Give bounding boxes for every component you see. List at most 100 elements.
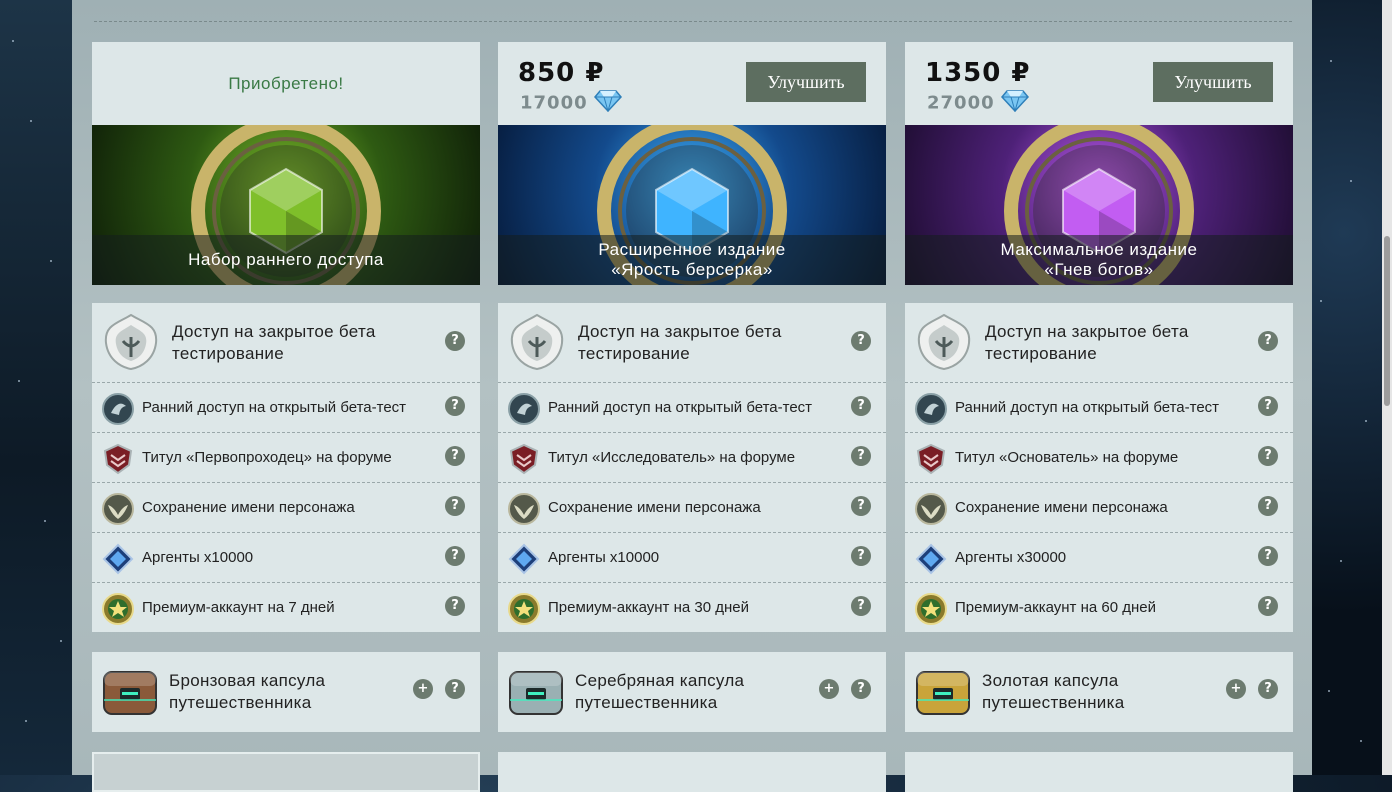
feature-closed-beta: Доступ на закрытое бета тестирование? (905, 303, 1293, 383)
edition-title: Набор раннего доступа (92, 235, 480, 285)
help-icon[interactable]: ? (851, 546, 871, 566)
feature-row: Аргенты x30000? (905, 533, 1293, 583)
feature-label: Титул «Исследователь» на форуме (548, 449, 796, 466)
feature-label: Ранний доступ на открытый бета-тест (955, 399, 1220, 416)
feature-row: Аргенты x10000? (498, 533, 886, 583)
capsule-label: Золотая капсула путешественника (982, 671, 1125, 712)
wings-emblem-icon (102, 493, 134, 530)
edition-banner: Набор раннего доступа (92, 125, 480, 285)
edition-header: 850 ₽ 17000 Улучшить (498, 42, 886, 125)
expand-plus-icon[interactable]: + (413, 679, 433, 699)
star (50, 260, 52, 262)
shield-title-icon (915, 443, 947, 480)
help-icon[interactable]: ? (445, 596, 465, 616)
diamond-icon (1000, 90, 1029, 117)
feature-label: Сохранение имени персонажа (548, 499, 761, 516)
help-icon[interactable]: ? (1258, 396, 1278, 416)
top-divider (94, 21, 1292, 22)
crest-icon (913, 311, 975, 378)
help-icon[interactable]: ? (1258, 596, 1278, 616)
help-icon[interactable]: ? (1258, 496, 1278, 516)
help-icon[interactable]: ? (851, 596, 871, 616)
dragon-icon (102, 393, 134, 430)
feature-closed-beta-label: Доступ на закрытое бета тестирование (578, 322, 782, 363)
background-left (0, 0, 72, 775)
help-icon[interactable]: ? (1258, 679, 1278, 699)
feature-row: Премиум-аккаунт на 30 дней? (498, 583, 886, 632)
upgrade-button[interactable]: Улучшить (746, 62, 866, 102)
feature-label: Сохранение имени персонажа (955, 499, 1168, 516)
next-bonus-card (498, 752, 886, 792)
edition-title: Максимальное издание «Гнев богов» (905, 235, 1293, 285)
premium-star-icon (102, 593, 134, 630)
feature-row: Сохранение имени персонажа? (498, 483, 886, 533)
argent-gem-icon (102, 543, 134, 580)
feature-closed-beta-label: Доступ на закрытое бета тестирование (172, 322, 376, 363)
feature-label: Аргенты x10000 (548, 549, 660, 566)
star (60, 640, 62, 642)
edition-banner: Расширенное издание «Ярость берсерка» (498, 125, 886, 285)
feature-label: Аргенты x30000 (955, 549, 1067, 566)
help-icon[interactable]: ? (445, 396, 465, 416)
scrollbar-thumb[interactable] (1384, 236, 1390, 406)
dragon-icon (508, 393, 540, 430)
shield-title-icon (102, 443, 134, 480)
star (18, 380, 20, 382)
edition-banner: Максимальное издание «Гнев богов» (905, 125, 1293, 285)
premium-star-icon (508, 593, 540, 630)
capsule-bonus: Бронзовая капсула путешественника +? (92, 652, 480, 732)
feature-row: Премиум-аккаунт на 7 дней? (92, 583, 480, 632)
feature-label: Аргенты x10000 (142, 549, 254, 566)
help-icon[interactable]: ? (445, 546, 465, 566)
help-icon[interactable]: ? (445, 496, 465, 516)
edition-title-line1: Максимальное издание (1000, 240, 1198, 259)
feature-row: Сохранение имени персонажа? (92, 483, 480, 533)
dragon-icon (915, 393, 947, 430)
diamond-icon (593, 90, 622, 117)
feature-row: Ранний доступ на открытый бета-тест? (498, 383, 886, 433)
help-icon[interactable]: ? (1258, 331, 1278, 351)
feature-label: Премиум-аккаунт на 30 дней (548, 599, 749, 616)
capsule-bonus: Серебряная капсула путешественника +? (498, 652, 886, 732)
shield-title-icon (508, 443, 540, 480)
feature-label: Титул «Основатель» на форуме (955, 449, 1179, 466)
help-icon[interactable]: ? (445, 446, 465, 466)
help-icon[interactable]: ? (851, 331, 871, 351)
help-icon[interactable]: ? (1258, 446, 1278, 466)
price-rub: 1350 ₽ (925, 58, 1031, 88)
crest-icon (506, 311, 568, 378)
help-icon[interactable]: ? (445, 331, 465, 351)
star (25, 720, 27, 722)
star (1340, 560, 1342, 562)
background-right (1312, 0, 1392, 775)
upgrade-button[interactable]: Улучшить (1153, 62, 1273, 102)
features-list: Доступ на закрытое бета тестирование? Ран… (92, 303, 480, 632)
help-icon[interactable]: ? (851, 679, 871, 699)
feature-row: Титул «Первопроходец» на форуме? (92, 433, 480, 483)
feature-row: Титул «Исследователь» на форуме? (498, 433, 886, 483)
star (1350, 180, 1352, 182)
price-rub: 850 ₽ (518, 58, 605, 88)
feature-label: Сохранение имени персонажа (142, 499, 355, 516)
capsule-icon (506, 662, 566, 727)
help-icon[interactable]: ? (1258, 546, 1278, 566)
price-gems-value: 27000 (927, 92, 995, 114)
wings-emblem-icon (915, 493, 947, 530)
edition-title-line2: «Гнев богов» (1044, 260, 1154, 279)
capsule-label: Серебряная капсула путешественника (575, 671, 745, 712)
edition-card-2: 1350 ₽ 27000 Улучшить Максимальное издание «… (905, 42, 1293, 792)
help-icon[interactable]: ? (851, 496, 871, 516)
help-icon[interactable]: ? (445, 679, 465, 699)
edition-header: 1350 ₽ 27000 Улучшить (905, 42, 1293, 125)
expand-plus-icon[interactable]: + (1226, 679, 1246, 699)
price-gems-value: 17000 (520, 92, 588, 114)
next-bonus-card (905, 752, 1293, 792)
star (1360, 740, 1362, 742)
editions-container: Приобретено! Набор раннего доступа Доступ … (72, 0, 1312, 792)
help-icon[interactable]: ? (851, 396, 871, 416)
expand-plus-icon[interactable]: + (819, 679, 839, 699)
help-icon[interactable]: ? (851, 446, 871, 466)
feature-row: Ранний доступ на открытый бета-тест? (92, 383, 480, 433)
capsule-label: Бронзовая капсула путешественника (169, 671, 326, 712)
star (30, 120, 32, 122)
